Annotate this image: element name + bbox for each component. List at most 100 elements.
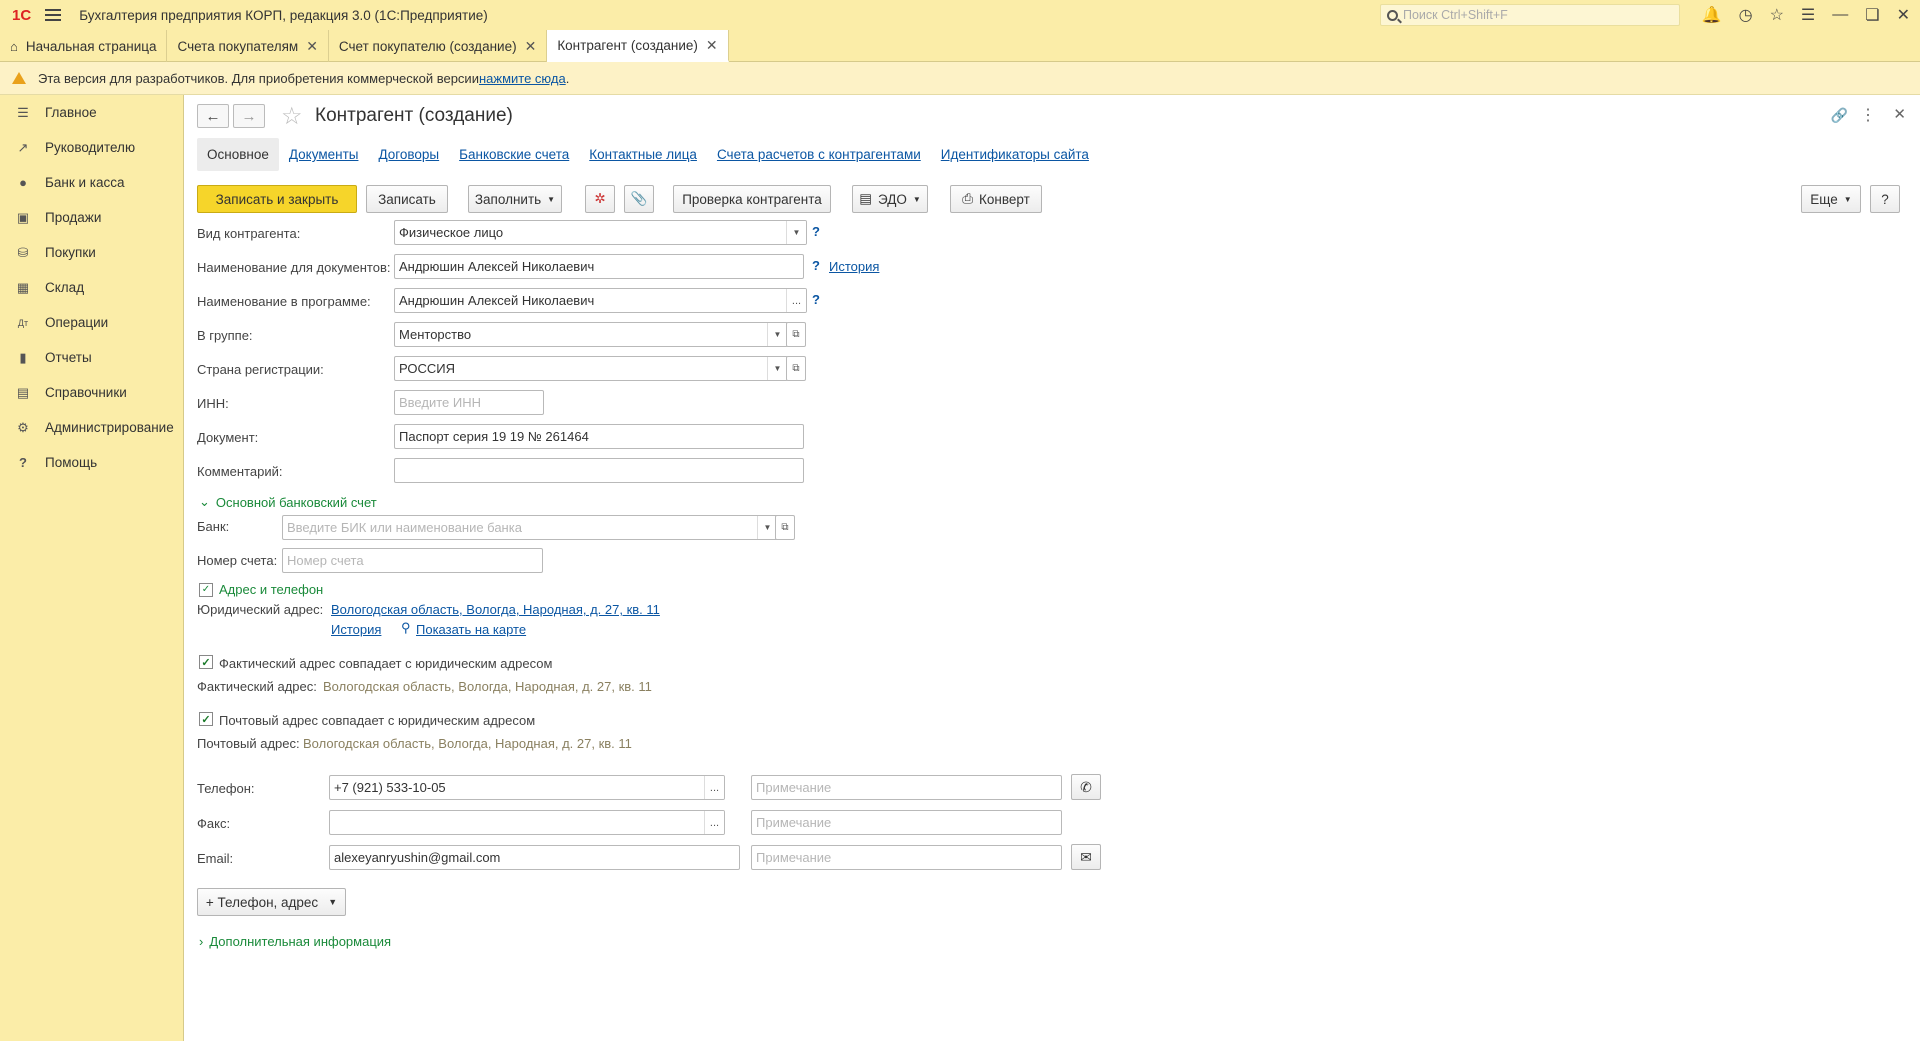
comment-input[interactable] (394, 458, 804, 483)
sidebar-item-bank[interactable]: ● Банк и касса (0, 165, 183, 200)
address-history-link[interactable]: История (331, 622, 381, 637)
help-question-icon[interactable]: ? (812, 224, 820, 239)
restore-icon[interactable]: ❏ (1865, 5, 1879, 25)
history-icon[interactable]: ◷ (1739, 5, 1753, 25)
link-icon[interactable]: 🔗 (1831, 107, 1848, 124)
main-menu-icon[interactable] (45, 9, 62, 21)
bank-section-toggle[interactable]: ⌄ Основной банковский счет (199, 494, 377, 510)
subtab-bank-accounts[interactable]: Банковские счета (449, 138, 579, 171)
add-phone-address-button[interactable]: + Телефон, адрес ▼ (197, 888, 346, 916)
close-form-icon[interactable]: ✕ (1893, 105, 1906, 123)
star-icon[interactable]: ☆ (1770, 5, 1784, 25)
document-input[interactable]: Паспорт серия 19 19 № 261464 (394, 424, 804, 449)
sidebar-item-manager[interactable]: ↗ Руководителю (0, 130, 183, 165)
legal-address-link[interactable]: Вологодская область, Вологда, Народная, … (331, 602, 660, 617)
send-email-button[interactable]: ✉ (1071, 844, 1101, 870)
minimize-icon[interactable]: — (1832, 6, 1848, 24)
ellipsis-button[interactable]: ... (704, 776, 724, 799)
more-vert-icon[interactable]: ⋮ (1860, 105, 1876, 125)
show-on-map-link[interactable]: Показать на карте (416, 622, 526, 637)
check-counterparty-button[interactable]: Проверка контрагента (673, 185, 831, 213)
sidebar-item-directories[interactable]: ▤ Справочники (0, 375, 183, 410)
global-search-input[interactable]: Поиск Ctrl+Shift+F (1380, 4, 1680, 26)
email-note-input[interactable]: Примечание (751, 845, 1062, 870)
subtab-documents[interactable]: Документы (279, 138, 369, 171)
buy-link[interactable]: нажмите сюда (479, 71, 566, 86)
email-label: Email: (197, 851, 234, 866)
settings-menu-icon[interactable]: ☰ (1801, 5, 1815, 25)
phone-input[interactable]: +7 (921) 533-10-05... (329, 775, 725, 800)
paperclip-icon: 📎 (630, 191, 648, 206)
tab-invoice-create[interactable]: Счет покупателю (создание) ✕ (329, 30, 548, 62)
dropdown-arrow-icon[interactable]: ▼ (767, 323, 787, 346)
phone-note-input[interactable]: Примечание (751, 775, 1062, 800)
save-button[interactable]: Записать (366, 185, 448, 213)
subtab-site-ids[interactable]: Идентификаторы сайта (931, 138, 1099, 171)
help-question-icon[interactable]: ? (812, 258, 820, 273)
edo-button[interactable]: ▤ ЭДО ▼ (852, 185, 928, 213)
ellipsis-button[interactable]: ... (704, 811, 724, 834)
envelope-button[interactable]: ⎙ Конверт (950, 185, 1042, 213)
tab-invoices[interactable]: Счета покупателям ✕ (167, 30, 329, 62)
sidebar-item-help[interactable]: ? Помощь (0, 445, 183, 480)
sidebar-item-label: Главное (45, 105, 97, 120)
map-pin-icon: ⚲ (401, 620, 411, 635)
help-question-icon[interactable]: ? (812, 292, 820, 307)
tab-home[interactable]: ⌂ Начальная страница (0, 30, 168, 62)
more-button[interactable]: Еще ▼ (1801, 185, 1861, 213)
fax-input[interactable]: ... (329, 810, 725, 835)
close-tab-icon[interactable]: ✕ (706, 37, 718, 54)
actual-same-checkbox[interactable]: ✓ (199, 655, 213, 669)
bank-select[interactable]: Введите БИК или наименование банка ▼ (282, 515, 778, 540)
account-input[interactable]: Номер счета (282, 548, 543, 573)
open-group-button[interactable]: ⧉ (786, 322, 806, 347)
sidebar-item-operations[interactable]: Дт Операции (0, 305, 183, 340)
subtab-settlement-accounts[interactable]: Счета расчетов с контрагентами (707, 138, 931, 171)
sidebar-item-warehouse[interactable]: ▦ Склад (0, 270, 183, 305)
subtab-contacts[interactable]: Контактные лица (579, 138, 707, 171)
sidebar-item-purchases[interactable]: ⛁ Покупки (0, 235, 183, 270)
back-button[interactable]: ← (197, 104, 229, 128)
close-icon[interactable]: ✕ (1897, 5, 1910, 25)
extra-info-toggle[interactable]: › Дополнительная информация (199, 934, 391, 949)
postal-same-checkbox[interactable]: ✓ (199, 712, 213, 726)
sidebar-item-reports[interactable]: ▮ Отчеты (0, 340, 183, 375)
close-tab-icon[interactable]: ✕ (306, 38, 318, 55)
close-tab-icon[interactable]: ✕ (525, 38, 537, 55)
sidebar-item-label: Покупки (45, 245, 96, 260)
docname-history-link[interactable]: История (829, 259, 879, 274)
sidebar-item-sales[interactable]: ▣ Продажи (0, 200, 183, 235)
help-button[interactable]: ? (1870, 185, 1900, 213)
inn-input[interactable]: Введите ИНН (394, 390, 544, 415)
subtab-contracts[interactable]: Договоры (368, 138, 449, 171)
save-close-button[interactable]: Записать и закрыть (197, 185, 357, 213)
country-select[interactable]: РОССИЯ ▼ (394, 356, 788, 381)
attach-button[interactable]: 📎 (624, 185, 654, 213)
address-section-toggle[interactable]: ✓ Адрес и телефон (199, 582, 323, 597)
bell-icon[interactable]: 🔔 (1702, 5, 1722, 25)
group-select[interactable]: Менторство ▼ (394, 322, 788, 347)
open-country-button[interactable]: ⧉ (786, 356, 806, 381)
dropdown-arrow-icon: ▼ (328, 897, 338, 907)
subtab-main[interactable]: Основное (197, 138, 279, 171)
sidebar-item-admin[interactable]: ⚙ Администрирование (0, 410, 183, 445)
fax-note-input[interactable]: Примечание (751, 810, 1062, 835)
ellipsis-button[interactable]: ... (786, 289, 806, 312)
tab-counterparty-create[interactable]: Контрагент (создание) ✕ (547, 30, 729, 62)
favorite-star-icon[interactable]: ☆ (281, 102, 303, 131)
sidebar-item-main[interactable]: ☰ Главное (0, 95, 183, 130)
dropdown-arrow-icon[interactable]: ▼ (757, 516, 777, 539)
kind-select[interactable]: Физическое лицо ▼ (394, 220, 807, 245)
call-button[interactable]: ✆ (1071, 774, 1101, 800)
open-bank-button[interactable]: ⧉ (775, 515, 795, 540)
fill-button[interactable]: Заполнить ▼ (468, 185, 562, 213)
docname-input[interactable]: Андрюшин Алексей Николаевич (394, 254, 804, 279)
dt-kt-icon: Дт (17, 317, 29, 328)
sidebar-item-label: Операции (45, 315, 109, 330)
email-input[interactable]: alexeyanryushin@gmail.com (329, 845, 740, 870)
structure-button[interactable]: ✲ (585, 185, 615, 213)
forward-button[interactable]: → (233, 104, 265, 128)
progname-input[interactable]: Андрюшин Алексей Николаевич... (394, 288, 807, 313)
dropdown-arrow-icon[interactable]: ▼ (786, 221, 806, 244)
dropdown-arrow-icon[interactable]: ▼ (767, 357, 787, 380)
